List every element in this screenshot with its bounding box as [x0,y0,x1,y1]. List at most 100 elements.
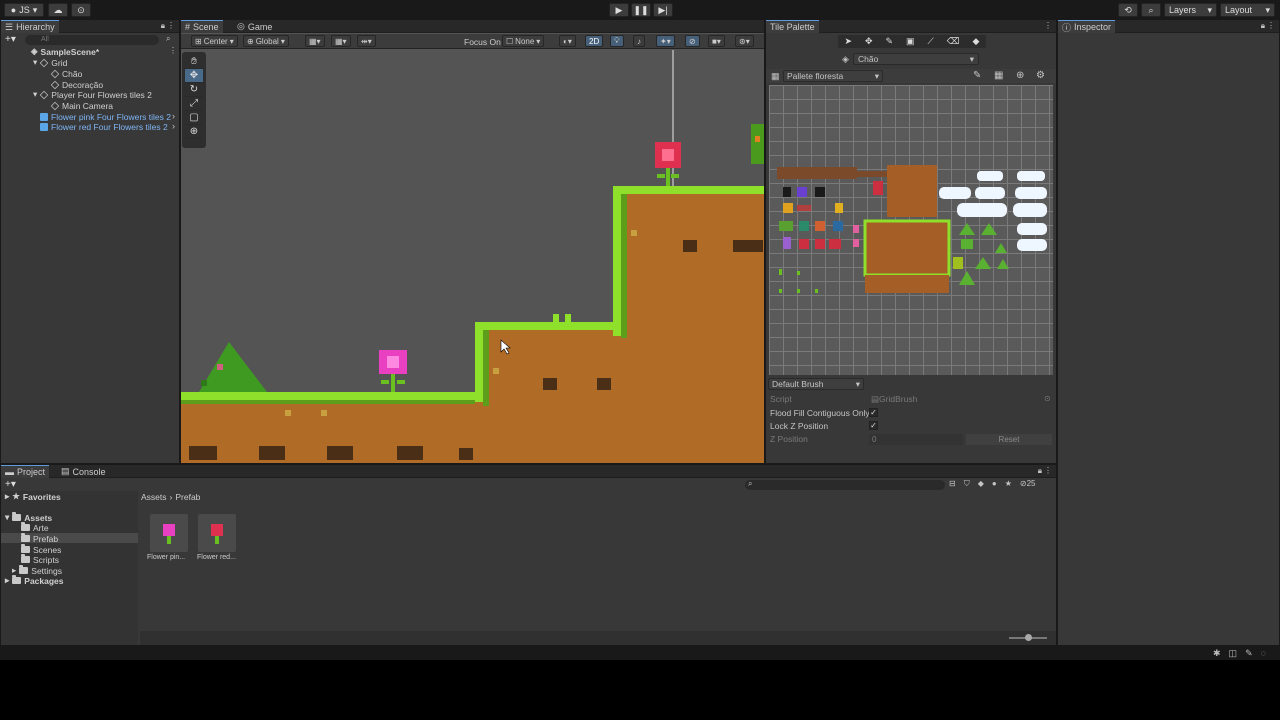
filter-icon[interactable]: ⛉ [964,479,970,489]
tree-item-grid[interactable]: ▾ Grid [33,57,67,68]
palette-grid[interactable] [769,85,1053,375]
paint-brush-icon[interactable]: ✎ [886,36,894,47]
shading-mode-dropdown[interactable]: ◐▾ [559,35,576,47]
target-icon[interactable]: ⊙ [1044,394,1051,403]
gizmos-dropdown[interactable]: ⊛▾ [735,35,754,47]
debug-icon[interactable]: ✱ [1213,648,1221,659]
move-tool-icon[interactable]: ✥ [865,36,873,47]
scale-tool-icon[interactable]: ⤢ [185,97,203,111]
layers-icon[interactable]: ◫ [1229,648,1238,659]
cloud-icon[interactable]: ☁ [48,3,68,17]
folder-item-scripts[interactable]: Scripts [21,554,59,565]
visibility-toggle[interactable]: ⊘ [685,35,700,47]
step-icon: ▶| [658,4,668,15]
tab-hierarchy[interactable]: ☰ Hierarchy [1,20,59,33]
add-button[interactable]: +▾ [5,34,16,45]
tree-item-chao[interactable]: Chão [50,68,82,79]
tab-inspector[interactable]: ⓘ Inspector [1058,20,1116,33]
palette-dropdown[interactable]: Pallete floresta ▾ [783,70,883,82]
effects-dropdown[interactable]: ✦▾ [656,35,675,47]
label-icon[interactable]: ◆ [978,479,984,489]
more-icon[interactable]: ⋮ [1267,21,1275,30]
more-icon[interactable]: ⋮ [167,21,175,30]
layers-dropdown[interactable]: Layers ▾ [1164,3,1217,17]
move-tool-icon[interactable]: ✥ [185,69,203,83]
create-button[interactable]: +▾ [5,479,16,490]
z-position-field[interactable]: 0 [869,434,963,445]
rotate-tool-icon[interactable]: ↻ [185,83,203,97]
folder-item-arte[interactable]: Arte [21,522,49,533]
transform-tool-icon[interactable]: ⊕ [185,125,203,139]
step-button[interactable]: ▶| [653,3,673,17]
more-icon[interactable]: ⋮ [169,46,177,55]
search-input[interactable]: All [25,35,159,45]
tree-item-scene[interactable]: ◈ SampleScene* [31,46,99,57]
eye-slash-icon[interactable]: ⊘25 [1020,479,1036,489]
search-filter-icon[interactable]: ⌕ [166,34,170,44]
packages-item[interactable]: ▸ Packages [5,575,64,586]
play-button[interactable]: ▶ [609,3,629,17]
folder-item-prefab[interactable]: Prefab [21,533,58,544]
grid-icon[interactable]: ▦ [994,70,1003,81]
asset-flower-pink-thumbnail[interactable] [150,514,188,552]
chevron-right-icon[interactable]: › [172,111,175,121]
tab-project[interactable]: ▬ Project [1,465,50,478]
lighting-toggle[interactable]: 💡︎ [610,35,624,47]
asset-flower-red-thumbnail[interactable] [198,514,236,552]
active-tilemap-dropdown[interactable]: Chão ▾ [853,53,979,65]
gizmo-icon[interactable]: ⊕ [1016,70,1024,81]
account-button[interactable]: ● JS ▾ [4,3,44,17]
star-icon[interactable]: ★ [1005,479,1012,489]
search-by-type-icon[interactable]: ⊟ [949,479,956,489]
more-icon[interactable]: ⋮ [1044,21,1052,30]
rect-tool-icon[interactable]: ▢ [185,111,203,125]
grid-visibility-button[interactable]: ▦▾ [331,35,351,47]
lock-icon[interactable]: 🔒︎ [1261,21,1265,31]
hand-tool-icon[interactable]: ✋︎ [185,55,203,69]
collab-icon[interactable]: ⊙ [71,3,91,17]
tree-item-main-camera[interactable]: Main Camera [50,100,113,111]
project-search-input[interactable] [745,480,945,490]
flood-fill-checkbox[interactable]: ✓ [869,408,878,417]
space-dropdown[interactable]: ⊕ Global ▾ [243,35,289,47]
zoom-slider-thumb[interactable] [1025,634,1032,641]
settings-icon[interactable]: ⚙ [1036,70,1045,81]
lock-icon[interactable]: 🔒︎ [1038,466,1042,476]
toggle-2d-button[interactable]: 2D [585,35,604,47]
chevron-right-icon[interactable]: › [172,121,175,131]
select-tool-icon[interactable]: ➤ [844,36,852,47]
layout-dropdown[interactable]: Layout ▾ [1220,3,1275,17]
breadcrumb-prefab[interactable]: Prefab [175,492,200,502]
lock-z-checkbox[interactable]: ✓ [869,421,878,430]
grid-snap-button[interactable]: ▦▾ [305,35,325,47]
brush-dropdown[interactable]: Default Brush ▾ [768,378,864,390]
fill-bucket-icon[interactable]: ◆ [973,36,980,47]
picker-icon[interactable]: ⟋ [928,36,934,47]
progress-icon[interactable]: ◌ [1261,648,1266,659]
wrench-icon[interactable]: ✎ [1245,648,1253,659]
camera-dropdown[interactable]: ■▾ [708,35,725,47]
history-icon[interactable]: ⟲ [1118,3,1138,17]
edit-pencil-icon[interactable]: ✎ [973,70,981,81]
box-fill-icon[interactable]: ▣ [906,36,915,47]
pivot-dropdown[interactable]: ⊞ Center ▾ [191,35,238,47]
tab-scene[interactable]: # Scene [181,20,223,33]
tab-console[interactable]: ▤ Console [57,465,110,478]
pause-button[interactable]: ❚❚ [631,3,651,17]
audio-toggle[interactable]: ♪ [633,35,645,47]
lock-icon[interactable]: 🔒︎ [161,21,165,31]
increment-snap-button[interactable]: ⇹▾ [357,35,376,47]
reset-button[interactable]: Reset [966,434,1052,445]
eraser-icon[interactable]: ⌫ [947,36,960,47]
info-icon[interactable]: ● [992,479,997,489]
scene-canvas[interactable] [181,50,764,463]
breadcrumb-assets[interactable]: Assets [141,492,167,502]
search-icon[interactable]: ⌕ [1141,3,1161,17]
favorites-item[interactable]: ▸ ★ Favorites [5,491,61,502]
more-icon[interactable]: ⋮ [1044,466,1052,475]
tab-tile-palette[interactable]: Tile Palette [766,20,819,33]
tree-item-flower-red[interactable]: Flower red Four Flowers tiles 2 [40,121,168,132]
focus-on-dropdown[interactable]: ☐ None ▾ [502,35,545,47]
tab-game[interactable]: ◎ Game [233,20,276,33]
tree-item-player[interactable]: ▾ Player Four Flowers tiles 2 [33,89,152,100]
